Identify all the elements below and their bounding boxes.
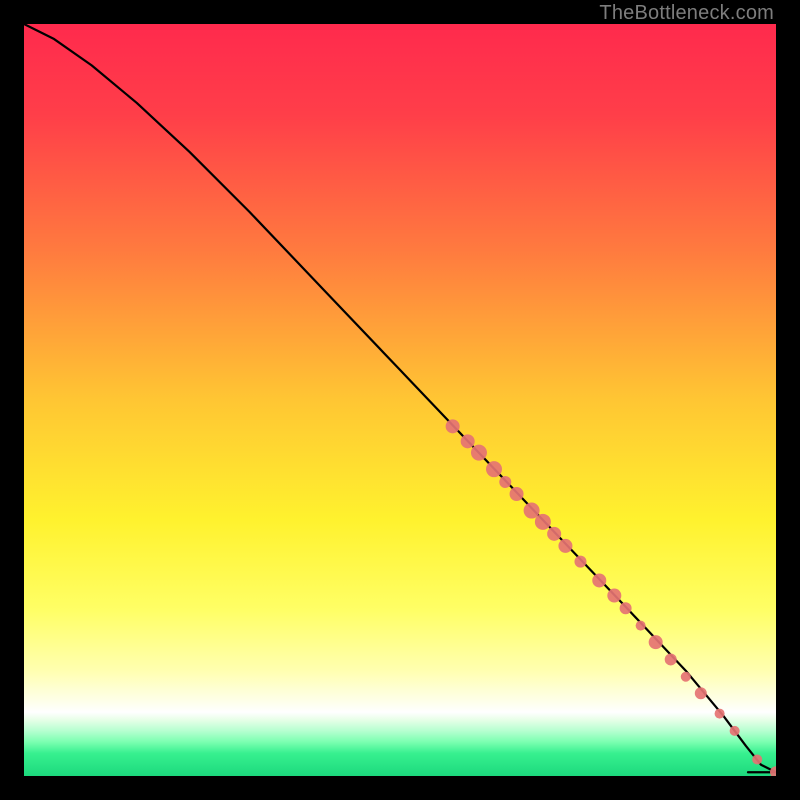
marker-point bbox=[535, 514, 551, 530]
marker-point bbox=[461, 434, 475, 448]
marker-point bbox=[695, 687, 707, 699]
marker-point bbox=[607, 589, 621, 603]
chart-frame bbox=[24, 24, 776, 776]
marker-point bbox=[524, 503, 540, 519]
marker-point bbox=[620, 602, 632, 614]
marker-point bbox=[510, 487, 524, 501]
marker-point bbox=[547, 527, 561, 541]
marker-point bbox=[499, 476, 511, 488]
marker-point bbox=[665, 653, 677, 665]
marker-point bbox=[715, 709, 725, 719]
marker-point bbox=[649, 635, 663, 649]
marker-point bbox=[636, 621, 646, 631]
marker-point bbox=[471, 445, 487, 461]
bottleneck-chart bbox=[24, 24, 776, 776]
marker-point bbox=[486, 461, 502, 477]
marker-point bbox=[574, 556, 586, 568]
marker-point bbox=[592, 573, 606, 587]
marker-point bbox=[752, 754, 762, 764]
watermark-text: TheBottleneck.com bbox=[599, 2, 774, 25]
marker-point bbox=[558, 539, 572, 553]
marker-point bbox=[681, 672, 691, 682]
gradient-background bbox=[24, 24, 776, 776]
marker-point bbox=[730, 726, 740, 736]
marker-point bbox=[446, 419, 460, 433]
